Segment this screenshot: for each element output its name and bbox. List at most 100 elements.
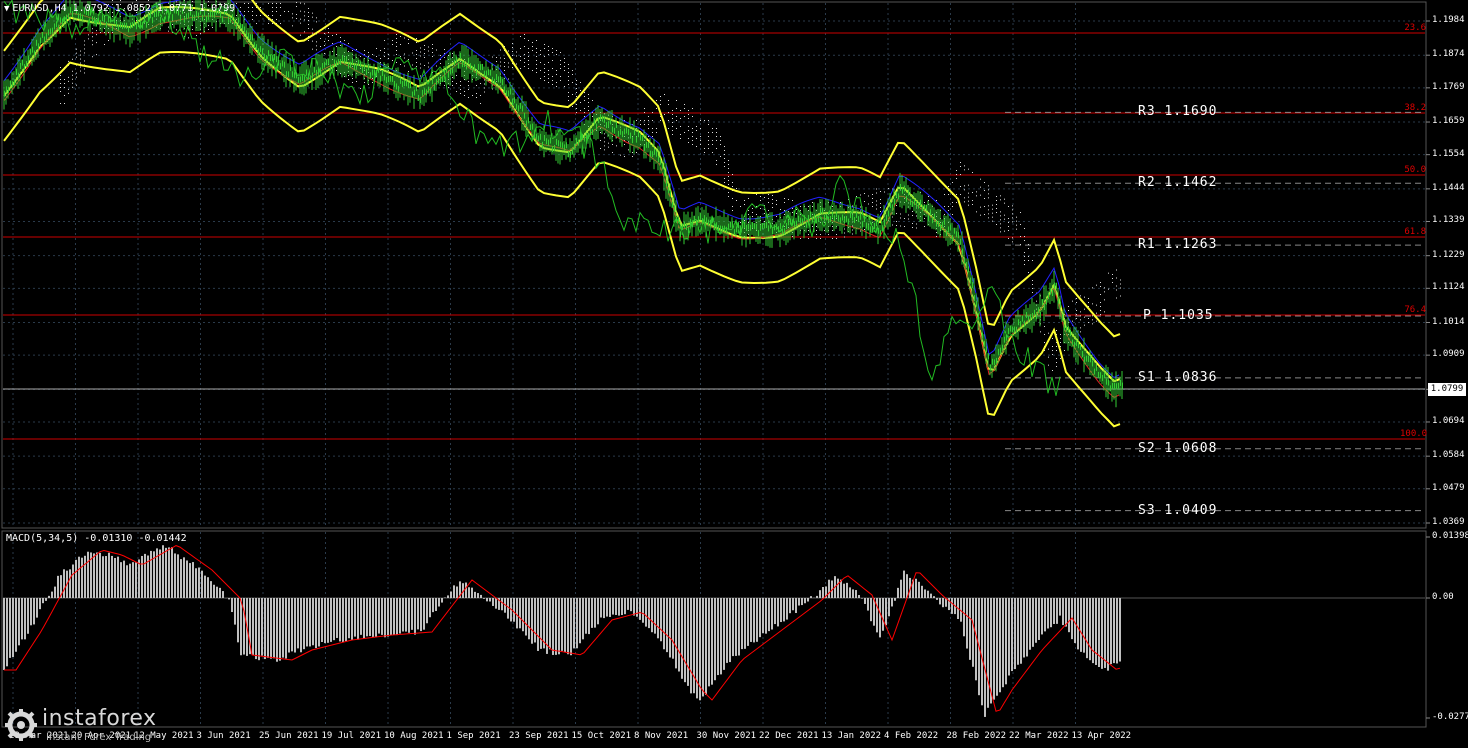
chart-canvas[interactable] [0, 0, 1468, 748]
candle-body [547, 139, 549, 146]
cloud-dot [560, 64, 561, 65]
cloud-dot [444, 85, 445, 86]
cloud-dot [996, 196, 997, 197]
cloud-dot [664, 94, 665, 95]
cloud-dot [996, 204, 997, 205]
candle-body [439, 76, 441, 83]
cloud-dot [480, 95, 481, 96]
cloud-dot [148, 0, 149, 1]
cloud-dot [328, 28, 329, 29]
candle-body [565, 142, 567, 149]
candle-body [229, 16, 231, 23]
cloud-dot [988, 197, 989, 199]
candle-body [361, 66, 363, 73]
candle-body [491, 76, 493, 83]
cloud-dot [552, 84, 553, 85]
candle-body [493, 78, 495, 85]
cloud-dot [76, 56, 77, 58]
cloud-dot [652, 128, 653, 129]
cloud-dot [284, 11, 285, 12]
candle-body [753, 223, 755, 230]
cloud-dot [560, 60, 561, 61]
cloud-dot [868, 203, 869, 205]
candle-body [769, 222, 771, 229]
cloud-dot [92, 56, 93, 58]
cloud-dot [844, 236, 845, 238]
candle-body [1023, 320, 1025, 327]
cloud-dot [88, 34, 89, 36]
cloud-dot [1000, 211, 1001, 213]
cloud-dot [528, 56, 529, 57]
cloud-dot [60, 79, 61, 80]
macd-title: MACD(5,34,5) -0.01310 -0.01442 [6, 533, 187, 544]
cloud-dot [1080, 319, 1081, 321]
cloud-dot [280, 15, 281, 16]
cloud-dot [1096, 304, 1097, 306]
cloud-dot [484, 87, 485, 89]
cloud-dot [736, 200, 737, 201]
candle-body [1077, 342, 1079, 349]
cloud-dot [388, 54, 389, 55]
cloud-dot [60, 67, 61, 68]
price-axis-label: 1.1014 [1432, 316, 1465, 327]
cloud-dot [936, 232, 937, 233]
time-axis-label: 23 Sep 2021 [509, 731, 569, 741]
candle-body [1027, 315, 1029, 322]
cloud-dot [296, 18, 297, 19]
fib-label: 50.0 [1404, 165, 1426, 175]
candle-body [655, 150, 657, 157]
candle-body [249, 34, 251, 41]
candle-body [379, 75, 381, 82]
cloud-dot [972, 192, 973, 193]
candle-body [1089, 356, 1091, 363]
candle-body [669, 190, 671, 197]
cloud-dot [528, 48, 529, 49]
candle-body [51, 27, 53, 34]
time-axis-label: 25 Jun 2021 [259, 731, 319, 741]
candle-body [273, 53, 275, 60]
candle-body [503, 86, 505, 93]
cloud-dot [780, 209, 781, 210]
cloud-dot [640, 124, 641, 125]
candle-body [895, 191, 897, 198]
pivot-label-p: P 1.1035 [1143, 307, 1214, 323]
candle-body [281, 60, 283, 67]
cloud-dot [108, 40, 109, 41]
candle-body [299, 76, 301, 83]
cloud-dot [964, 201, 965, 203]
cloud-dot [756, 214, 757, 215]
cloud-dot [1032, 284, 1033, 285]
cloud-dot [724, 178, 725, 179]
cloud-dot [956, 170, 957, 171]
pivot-label-r2: R2 1.1462 [1138, 175, 1218, 191]
cloud-dot [432, 44, 433, 45]
cloud-dot [1104, 299, 1105, 301]
cloud-dot [800, 206, 801, 207]
candle-body [929, 209, 931, 216]
candle-body [227, 16, 229, 23]
candle-body [645, 141, 647, 148]
cloud-dot [988, 185, 989, 187]
cloud-dot [964, 169, 965, 171]
cloud-dot [340, 41, 341, 42]
cloud-dot [648, 124, 649, 125]
cloud-dot [728, 180, 729, 181]
cloud-dot [668, 100, 669, 101]
candle-body [601, 115, 603, 122]
candle-body [851, 214, 853, 221]
cloud-dot [844, 228, 845, 230]
cloud-dot [712, 152, 713, 153]
cloud-dot [536, 68, 537, 69]
cloud-dot [316, 41, 317, 43]
candle-body [29, 48, 31, 55]
cloud-dot [1004, 202, 1005, 204]
cloud-dot [960, 186, 961, 187]
triangle-down-icon[interactable]: ▼ [4, 4, 9, 14]
candle-body [27, 55, 29, 62]
candle-body [501, 79, 503, 86]
cloud-dot [464, 79, 465, 80]
candle-body [389, 75, 391, 82]
cloud-dot [420, 63, 421, 65]
cloud-dot [704, 152, 705, 153]
cloud-dot [468, 97, 469, 98]
